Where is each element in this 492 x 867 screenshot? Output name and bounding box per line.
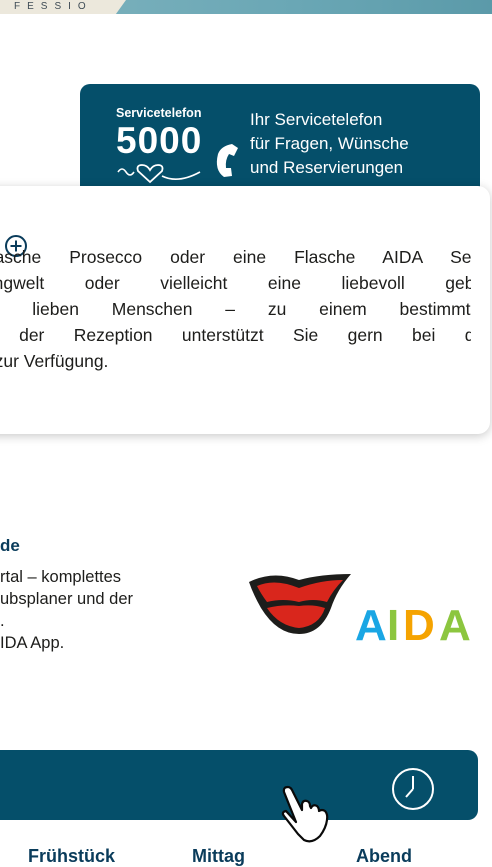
svg-text:I: I — [387, 601, 399, 644]
info-line: n der Rezeption unterstützt Sie gern bei… — [0, 325, 471, 345]
info-text: Flasche Prosecco oder eine Flasche AIDA … — [0, 236, 471, 436]
hero-ribbon: FESSIO — [0, 0, 126, 14]
hero-image-band: FESSIO — [0, 0, 492, 14]
app-line: ubsplaner und der — [0, 590, 134, 608]
app-line: . — [0, 612, 5, 630]
app-line: rtal – komplettes — [0, 568, 122, 586]
info-line: pingwelt oder vielleicht eine liebevoll … — [0, 273, 471, 293]
bottom-tabs: Frühstück Mittag Abend — [0, 846, 492, 866]
svg-text:A: A — [355, 601, 387, 644]
clock-icon[interactable] — [390, 766, 436, 812]
service-line: für Fragen, Wünsche — [250, 134, 409, 153]
tab-fruehstueck[interactable]: Frühstück — [28, 846, 115, 867]
badge-label: Servicetelefon — [116, 106, 202, 120]
phone-icon — [216, 144, 238, 177]
app-line: IDA App. — [0, 634, 65, 652]
bottom-bar — [0, 750, 478, 820]
svg-text:D: D — [403, 601, 435, 644]
info-card: Flasche Prosecco oder eine Flasche AIDA … — [0, 186, 490, 434]
info-line: Flasche Prosecco oder eine Flasche AIDA … — [0, 247, 471, 267]
service-badge: Servicetelefon 5000 — [116, 106, 238, 192]
aida-logo: A I D A — [249, 574, 471, 644]
info-line: n zur Verfügung. — [0, 351, 109, 371]
hero-ribbon-text: FESSIO — [14, 1, 93, 12]
svg-text:A: A — [439, 601, 471, 644]
heart-icon — [117, 164, 201, 184]
service-description: Ihr Servicetelefon für Fragen, Wünsche u… — [250, 108, 470, 180]
tab-abend[interactable]: Abend — [356, 846, 412, 867]
badge-number: 5000 — [116, 120, 203, 161]
service-line: Ihr Servicetelefon — [250, 110, 383, 129]
tab-mittag[interactable]: Mittag — [192, 846, 245, 867]
service-line: und Reservierungen — [250, 158, 404, 177]
app-section-title: de — [0, 536, 20, 555]
pointing-hand-icon — [281, 785, 329, 843]
info-line: en lieben Menschen – zu einem bestimmten — [0, 299, 471, 319]
